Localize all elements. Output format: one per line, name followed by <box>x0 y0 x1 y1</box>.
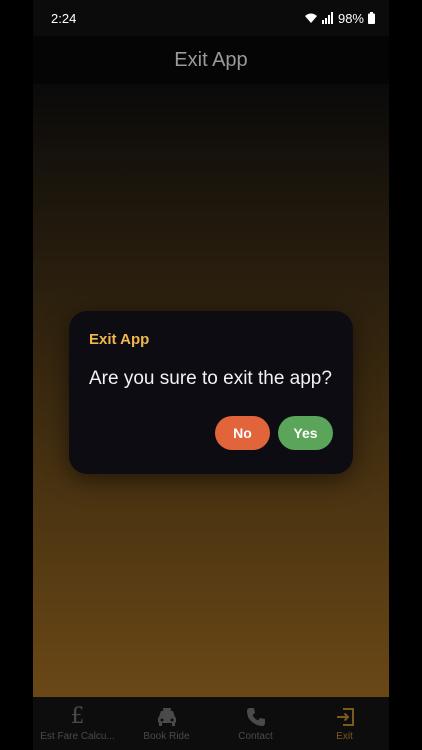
status-bar: 2:24 98% <box>33 0 389 36</box>
phone-icon <box>246 706 266 728</box>
dialog-message: Are you sure to exit the app? <box>89 368 332 389</box>
nav-item-label: Contact <box>238 730 273 742</box>
no-button[interactable]: No <box>215 416 270 450</box>
nav-item-label: Est Fare Calcu... <box>40 730 115 742</box>
nav-item-label: Exit <box>336 730 353 742</box>
pound-icon: £ <box>70 703 85 729</box>
battery-percent: 98% <box>337 10 364 26</box>
nav-item-book-ride[interactable]: Book Ride <box>122 697 211 750</box>
signal-icon <box>321 12 334 24</box>
bottom-nav: £ Est Fare Calcu... Book Ride Contact Ex… <box>33 697 389 750</box>
battery-icon <box>368 12 375 24</box>
dialog-title: Exit App <box>89 331 150 348</box>
exit-icon <box>335 706 355 728</box>
app-bar: Exit App <box>33 36 389 84</box>
page-title: Exit App <box>174 48 248 71</box>
dialog-actions: No Yes <box>215 416 333 450</box>
nav-item-label: Book Ride <box>143 730 190 742</box>
yes-button[interactable]: Yes <box>278 416 333 450</box>
car-icon <box>157 706 177 728</box>
exit-dialog: Exit App Are you sure to exit the app? N… <box>69 311 353 474</box>
nav-item-exit[interactable]: Exit <box>300 697 389 750</box>
nav-item-contact[interactable]: Contact <box>211 697 300 750</box>
status-time: 2:24 <box>51 10 77 26</box>
nav-item-fare-calculator[interactable]: £ Est Fare Calcu... <box>33 697 122 750</box>
phone-screen: 2:24 98% Exit App Exit App Are you sure … <box>33 0 389 750</box>
wifi-icon <box>304 12 318 24</box>
status-icons: 98% <box>304 11 375 26</box>
